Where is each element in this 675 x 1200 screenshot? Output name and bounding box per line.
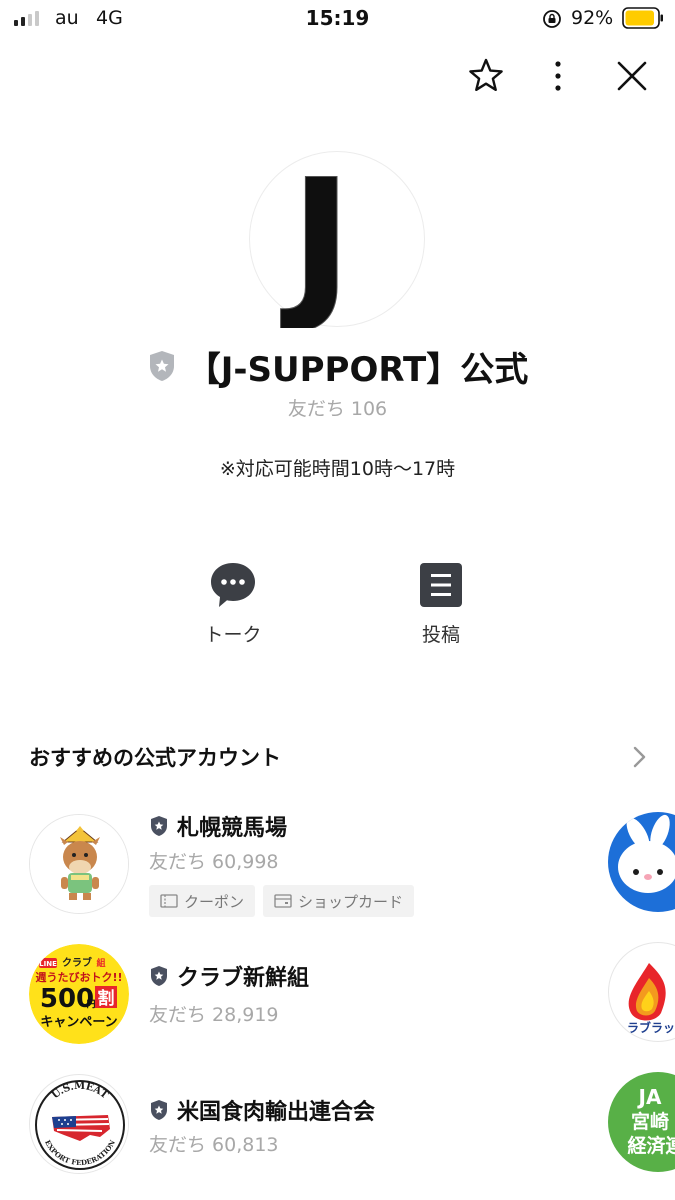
recommended-item-sapporo[interactable]: 札幌競馬場 友だち 60,998 クーポン ショップカード xyxy=(0,810,600,920)
chat-bubble-icon xyxy=(211,563,255,607)
recommended-tags: クーポン ショップカード xyxy=(149,885,415,917)
shop-card-icon xyxy=(274,894,292,908)
side-recommended-logo-flame[interactable]: ラブラッ xyxy=(608,942,675,1042)
logo-line7: 割 xyxy=(98,988,115,1009)
recommended-name: 札幌競馬場 xyxy=(177,816,288,841)
recommended-item-usmef[interactable]: U.S.MEAT EXPORT FEDERATION 米国食肉輸出連合会 友だち… xyxy=(0,1074,600,1184)
profile-name: 【J-SUPPORT】公式 xyxy=(186,349,529,390)
logo-line3: 組 xyxy=(96,957,105,969)
side-logo-text-3: 経済連 xyxy=(627,1134,675,1157)
post-label: 投稿 xyxy=(421,624,460,646)
talk-label: トーク xyxy=(204,624,262,646)
recommended-section-title: おすすめの公式アカウント xyxy=(29,746,281,770)
j-logo-icon: J xyxy=(280,143,354,340)
profile-friends-count: 友だち 106 xyxy=(287,398,388,420)
rotation-lock-icon xyxy=(543,10,561,28)
rabbit-logo-icon xyxy=(618,814,675,893)
logo-line8: キャンペーン xyxy=(40,1015,117,1030)
battery-icon xyxy=(622,7,663,29)
club-shinsengumi-logo: LINE クラブ 組 週うたびおトク!! 500 円 割 キャンペーン xyxy=(29,944,129,1044)
profile-title-row: 【J-SUPPORT】公式 xyxy=(0,340,675,392)
recommended-item-club-shinsengumi[interactable]: LINE クラブ 組 週うたびおトク!! 500 円 割 キャンペーン クラブ新… xyxy=(0,944,600,1054)
usmef-logo: U.S.MEAT EXPORT FEDERATION xyxy=(29,1074,129,1174)
verified-badge-icon xyxy=(151,966,167,986)
recommended-name: 米国食肉輸出連合会 xyxy=(177,1100,376,1125)
profile-avatar: J xyxy=(249,143,425,340)
sapporo-logo xyxy=(29,814,129,914)
logo-line2: クラブ xyxy=(62,956,92,969)
chevron-right-icon[interactable] xyxy=(626,744,652,770)
logo-line6: 円 xyxy=(86,999,95,1010)
side-recommended-logo-rabbit[interactable] xyxy=(608,812,675,912)
avatar-letter: J xyxy=(280,152,353,328)
verified-badge-icon xyxy=(151,1100,167,1120)
battery-percent: 92% xyxy=(571,7,614,29)
logo-line4: 週うたびおトク!! xyxy=(35,970,122,984)
logo-line1: LINE xyxy=(39,960,57,968)
close-icon[interactable] xyxy=(612,56,652,96)
shop-card-tag-label: ショップカード xyxy=(298,892,404,911)
coupon-tag-label: クーポン xyxy=(184,892,245,911)
verified-badge-icon xyxy=(149,351,174,381)
side-recommended-logo-ja[interactable]: JA 宮崎 経済連 xyxy=(608,1072,675,1172)
recommended-friends: 友だち 60,813 xyxy=(149,1134,279,1156)
campaign-logo-icon: LINE クラブ 組 週うたびおトク!! 500 円 割 キャンペーン xyxy=(29,944,129,1044)
star-icon[interactable] xyxy=(466,56,506,96)
shop-card-tag: ショップカード xyxy=(263,885,415,917)
recommended-name: クラブ新鮮組 xyxy=(177,966,310,991)
coupon-icon xyxy=(160,894,178,908)
side-logo-text: ラブラッ xyxy=(627,1020,675,1035)
side-logo-text-1: JA xyxy=(637,1085,662,1109)
profile-description: ※対応可能時間10時〜17時 xyxy=(219,458,456,480)
flame-logo-icon: ラブラッ xyxy=(627,963,675,1035)
horse-mascot-icon xyxy=(30,815,128,913)
ja-logo-icon: JA 宮崎 経済連 xyxy=(627,1085,675,1157)
status-bar: au 4G 15:19 92% xyxy=(0,0,675,40)
more-vertical-icon[interactable] xyxy=(545,56,571,96)
post-list-icon xyxy=(420,563,462,607)
coupon-tag: クーポン xyxy=(149,885,256,917)
verified-badge-icon xyxy=(151,816,167,836)
recommended-friends: 友だち 60,998 xyxy=(149,851,279,873)
recommended-friends: 友だち 28,919 xyxy=(149,1004,279,1026)
post-button[interactable]: 投稿 xyxy=(386,560,496,647)
talk-button[interactable]: トーク xyxy=(178,560,288,647)
side-logo-text-2: 宮崎 xyxy=(631,1110,669,1133)
us-meat-logo-icon: U.S.MEAT EXPORT FEDERATION xyxy=(31,1076,128,1173)
